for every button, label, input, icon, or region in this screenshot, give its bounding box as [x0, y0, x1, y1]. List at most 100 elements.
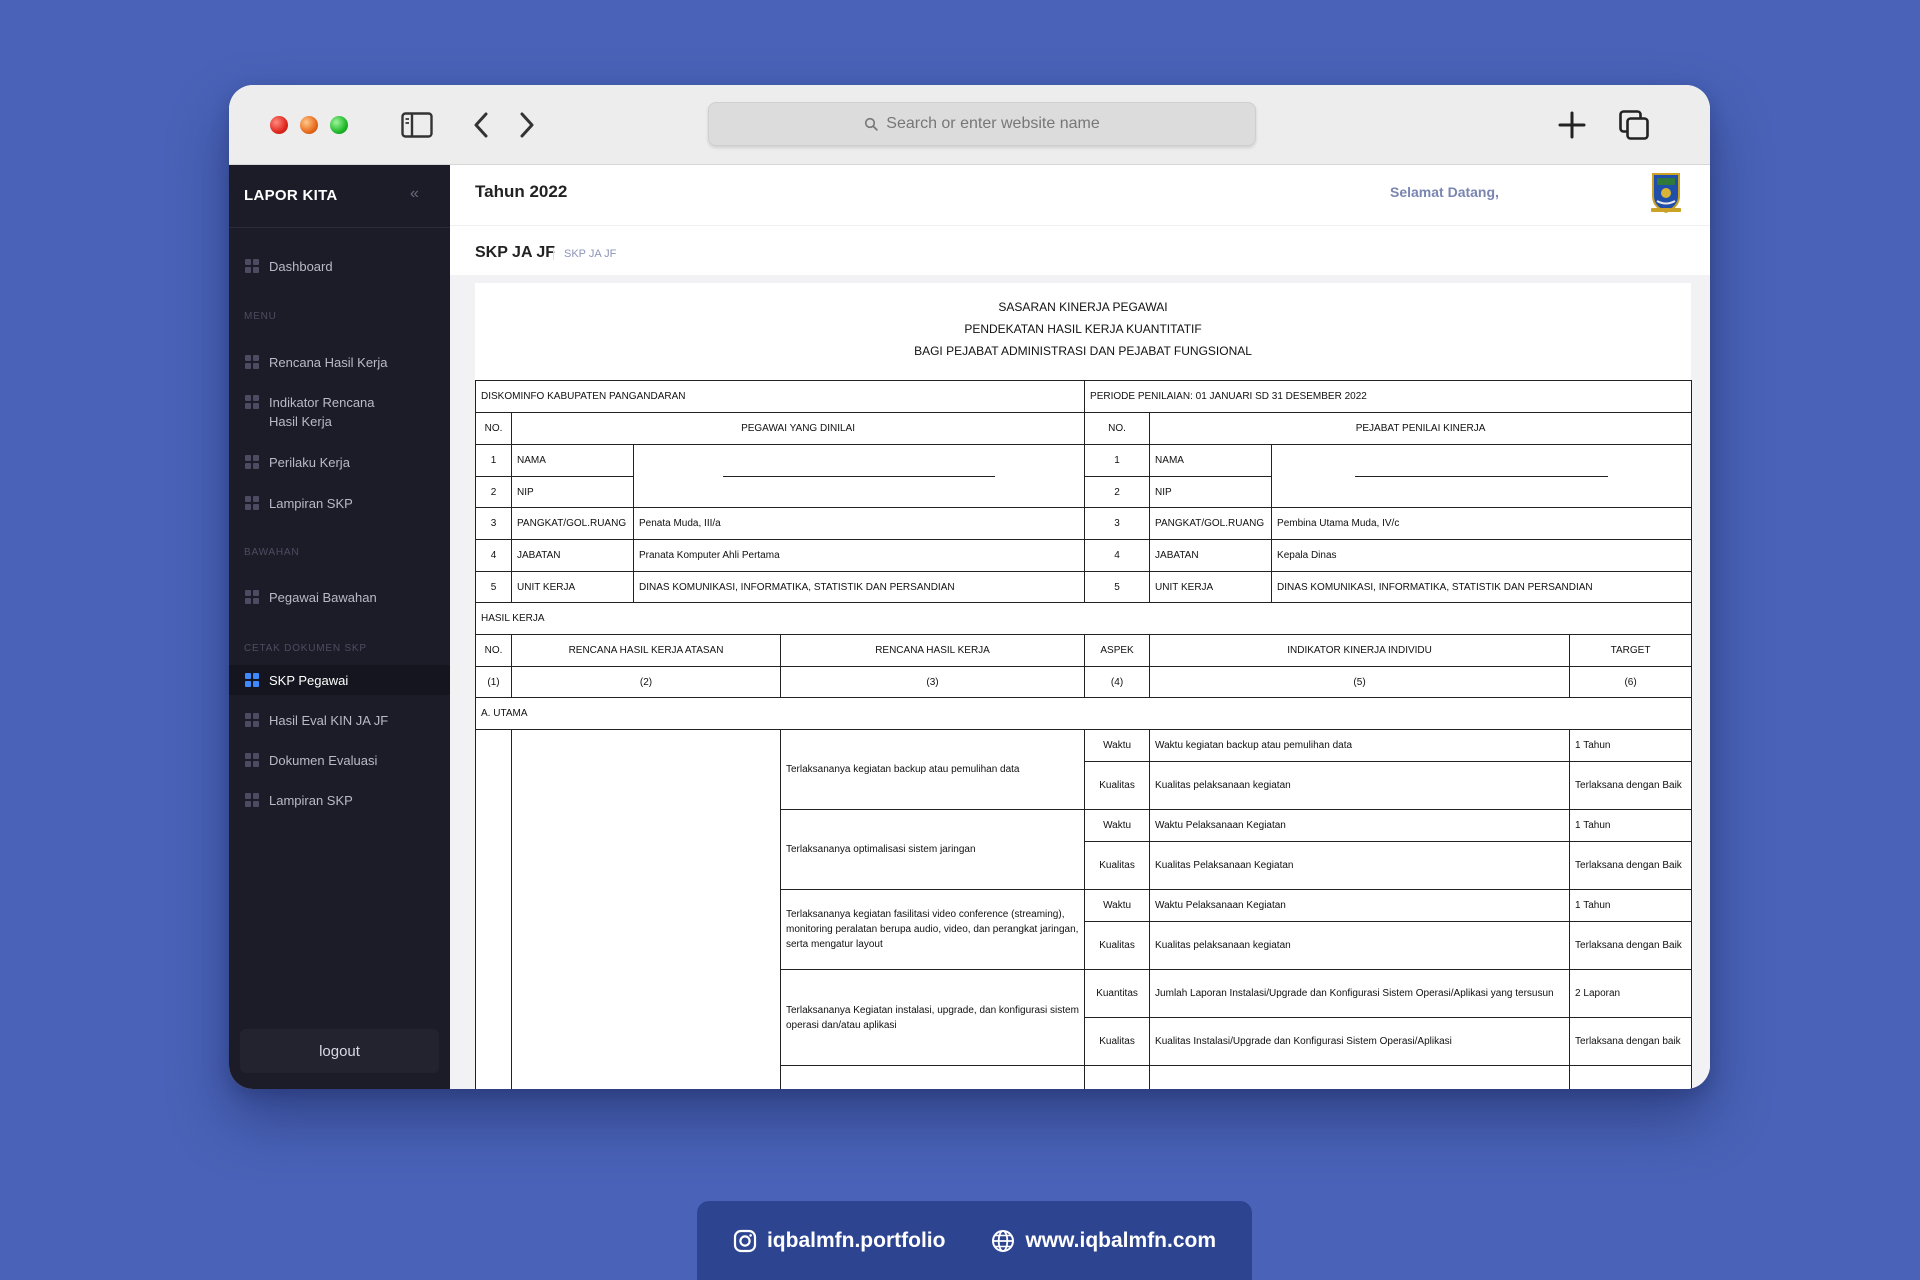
target-cell: Terlaksana dengan Baik [1569, 921, 1693, 970]
column-number: (4) [1084, 666, 1151, 698]
aspek-cell: Waktu [1084, 729, 1151, 762]
breadcrumb-item[interactable]: SKP JA JF [553, 248, 616, 260]
aspek-cell: Waktu [1084, 809, 1151, 842]
row-number: 4 [475, 539, 512, 572]
column-number: (1) [475, 666, 512, 698]
field-label: NIP [511, 476, 634, 508]
tab-overview-icon[interactable] [1614, 107, 1654, 143]
dashboard-icon [245, 259, 259, 273]
sidebar-toggle-icon[interactable] [397, 107, 437, 143]
sidebar-item-indikator-rencana-hasil-kerja[interactable]: Indikator Rencana Hasil Kerja [245, 393, 405, 431]
sidebar-section-bawahan: BAWAHAN [244, 547, 300, 558]
target-cell: 1 Tahun [1569, 889, 1693, 922]
column-number: (6) [1569, 666, 1693, 698]
pegawai-nama-nip-cell [632, 444, 1086, 508]
sidebar-item-dashboard[interactable]: Dashboard [245, 257, 440, 276]
document-title: SASARAN KINERJA PEGAWAI PENDEKATAN HASIL… [475, 296, 1691, 362]
grid-icon [245, 355, 259, 369]
page-title: SKP JA JF [475, 244, 556, 261]
rhk-atasan-cell [511, 729, 781, 1089]
no-header: NO. [1084, 412, 1151, 445]
instagram-icon [733, 1229, 757, 1252]
collapse-sidebar-icon[interactable]: « [410, 185, 419, 203]
grid-icon [245, 793, 259, 807]
row-number: 3 [475, 507, 512, 540]
row-number: 5 [475, 571, 512, 603]
sidebar-section-cetak: CETAK DOKUMEN SKP [244, 643, 367, 654]
grid-icon [245, 395, 259, 409]
close-window-button[interactable] [270, 116, 288, 134]
grid-icon [245, 713, 259, 727]
hasil-kerja-label: HASIL KERJA [474, 602, 1693, 635]
target-cell: 2 Laporan [1569, 969, 1693, 1018]
pegawai-header: PEGAWAI YANG DINILAI [510, 412, 1086, 445]
forward-icon[interactable] [507, 107, 547, 143]
title-line: SASARAN KINERJA PEGAWAI [998, 300, 1168, 314]
instagram-handle: iqbalmfn.portfolio [766, 1228, 946, 1252]
row-number: 3 [1084, 507, 1151, 540]
back-icon[interactable] [461, 107, 501, 143]
minimize-window-button[interactable] [300, 116, 318, 134]
blank-line [722, 475, 996, 477]
instansi-cell: DISKOMINFO KABUPATEN PANGANDARAN [474, 380, 1086, 413]
rhk-cell [779, 1065, 1086, 1089]
column-header: ASPEK [1084, 634, 1151, 667]
sidebar-item-skp-pegawai[interactable]: SKP Pegawai [245, 671, 440, 690]
row-number: 2 [475, 476, 512, 508]
row-number: 1 [1084, 444, 1151, 477]
sidebar-item-label: Lampiran SKP [269, 496, 353, 511]
website-link[interactable]: www.iqbalmfn.com [991, 1229, 1216, 1253]
app-brand: LAPOR KITA [244, 187, 338, 204]
sidebar-item-perilaku-kerja[interactable]: Perilaku Kerja [245, 453, 440, 472]
column-number: (3) [779, 666, 1086, 698]
sidebar-divider [229, 227, 450, 228]
instagram-link[interactable]: iqbalmfn.portfolio [733, 1229, 945, 1253]
sidebar-item-label: Indikator Rencana Hasil Kerja [269, 395, 375, 429]
blank-line [1354, 475, 1609, 477]
indikator-cell [1149, 1065, 1571, 1089]
target-cell: Terlaksana dengan Baik [1569, 761, 1693, 810]
welcome-text: Selamat Datang, [1390, 184, 1499, 200]
title-line: BAGI PEJABAT ADMINISTRASI DAN PEJABAT FU… [914, 344, 1252, 358]
indikator-cell: Kualitas pelaksanaan kegiatan [1149, 761, 1571, 810]
row-number: 1 [475, 444, 512, 477]
sidebar-item-rencana-hasil-kerja[interactable]: Rencana Hasil Kerja [245, 353, 440, 372]
year-label: Tahun 2022 [475, 182, 568, 201]
document-viewer[interactable]: SASARAN KINERJA PEGAWAI PENDEKATAN HASIL… [450, 275, 1710, 1089]
grid-icon [245, 753, 259, 767]
column-header: RENCANA HASIL KERJA [779, 634, 1086, 667]
sidebar-item-lampiran-skp[interactable]: Lampiran SKP [245, 494, 440, 513]
field-value: DINAS KOMUNIKASI, INFORMATIKA, STATISTIK… [632, 571, 1086, 603]
row-number: 5 [1084, 571, 1151, 603]
browser-window: Search or enter website name LAPOR KITA … [229, 85, 1710, 1089]
sidebar-item-lampiran-skp-cetak[interactable]: Lampiran SKP [245, 791, 440, 810]
field-value: Pranata Komputer Ahli Pertama [632, 539, 1086, 572]
app-sidebar: LAPOR KITA « Dashboard MENU Rencana Hasi… [229, 165, 450, 1089]
indikator-cell: Waktu Pelaksanaan Kegiatan [1149, 889, 1571, 922]
sidebar-item-dokumen-evaluasi[interactable]: Dokumen Evaluasi [245, 751, 440, 770]
indikator-cell: Waktu kegiatan backup atau pemulihan dat… [1149, 729, 1571, 762]
new-tab-icon[interactable] [1552, 107, 1592, 143]
address-bar[interactable]: Search or enter website name [708, 102, 1256, 146]
sidebar-item-pegawai-bawahan[interactable]: Pegawai Bawahan [245, 588, 440, 607]
aspek-cell: Kualitas [1084, 921, 1151, 970]
skp-document: SASARAN KINERJA PEGAWAI PENDEKATAN HASIL… [474, 283, 1693, 1089]
breadcrumb: SKP JA JF SKP JA JF [450, 225, 1710, 275]
logout-button[interactable]: logout [240, 1029, 439, 1073]
skp-table: DISKOMINFO KABUPATEN PANGANDARAN PERIODE… [474, 380, 1693, 1089]
aspek-cell: Kualitas [1084, 841, 1151, 890]
rhk-cell: Terlaksananya kegiatan fasilitasi video … [779, 889, 1086, 970]
indikator-cell: Jumlah Laporan Instalasi/Upgrade dan Kon… [1149, 969, 1571, 1018]
column-header: NO. [475, 634, 512, 667]
website-url: www.iqbalmfn.com [1025, 1228, 1217, 1252]
field-value: DINAS KOMUNIKASI, INFORMATIKA, STATISTIK… [1271, 571, 1693, 603]
periode-cell: PERIODE PENILAIAN: 01 JANUARI SD 31 DESE… [1084, 380, 1693, 413]
sidebar-item-label: Hasil Eval KIN JA JF [269, 713, 389, 728]
maximize-window-button[interactable] [330, 116, 348, 134]
column-header: TARGET [1569, 634, 1693, 667]
sidebar-item-hasil-eval[interactable]: Hasil Eval KIN JA JF [245, 711, 440, 730]
aspek-cell: Kualitas [1084, 761, 1151, 810]
utama-label: A. UTAMA [474, 697, 1693, 730]
field-label: PANGKAT/GOL.RUANG [1149, 507, 1273, 540]
sidebar-item-label: SKP Pegawai [269, 673, 349, 688]
